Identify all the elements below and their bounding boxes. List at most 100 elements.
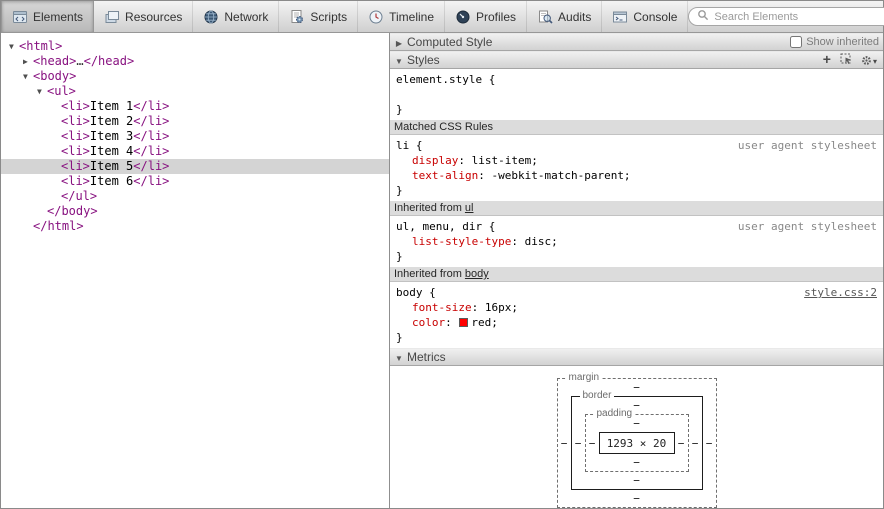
- dom-tree-row[interactable]: <li>Item 5</li>: [1, 159, 389, 174]
- padding-left-value[interactable]: −: [586, 432, 599, 454]
- computed-style-pane-header[interactable]: Computed Style Show inherited: [390, 33, 883, 51]
- metrics-padding-box[interactable]: padding − − 1293 × 20 − −: [584, 408, 689, 472]
- stylesheet-link[interactable]: style.css:2: [804, 285, 877, 300]
- tab-timeline[interactable]: Timeline: [358, 1, 445, 32]
- inherited-node-link[interactable]: body: [465, 268, 489, 280]
- css-property[interactable]: text-align: -webkit-match-parent;: [396, 168, 877, 183]
- search-input[interactable]: [714, 10, 884, 23]
- rule-selector[interactable]: body {: [396, 285, 436, 300]
- dom-tree-row[interactable]: </html>: [1, 219, 389, 234]
- tab-console[interactable]: Console: [602, 1, 689, 32]
- padding-label: padding: [593, 408, 636, 419]
- dom-tree-row[interactable]: <li>Item 2</li>: [1, 114, 389, 129]
- dom-tag: </ul>: [61, 189, 98, 203]
- collapsed-arrow-icon[interactable]: [394, 35, 404, 49]
- dom-tree-row[interactable]: <li>Item 4</li>: [1, 144, 389, 159]
- border-right-value[interactable]: −: [689, 414, 702, 472]
- dom-tree-row[interactable]: </body>: [1, 204, 389, 219]
- dom-tag: <li>: [61, 174, 90, 188]
- tab-resources[interactable]: Resources: [94, 1, 194, 32]
- color-swatch-icon[interactable]: [459, 318, 469, 327]
- timeline-icon: [368, 9, 384, 25]
- dom-tag: <head>: [33, 54, 77, 68]
- metrics-border-box[interactable]: border − − padding − − 1293 × 20 − − − −: [570, 390, 703, 490]
- metrics-margin-box[interactable]: margin − − border − − padding − − 1293 ×…: [556, 372, 717, 508]
- css-property[interactable]: display: list-item;: [396, 153, 877, 168]
- rule-close-brace: }: [396, 331, 403, 344]
- tab-label: Profiles: [476, 9, 517, 24]
- padding-bottom-value[interactable]: −: [586, 454, 688, 471]
- css-property[interactable]: list-style-type: disc;: [396, 234, 877, 249]
- profiles-icon: [455, 9, 471, 25]
- padding-right-value[interactable]: −: [675, 432, 688, 454]
- dom-tag: </li>: [133, 114, 170, 128]
- expanded-arrow-icon[interactable]: ▼: [37, 84, 47, 99]
- dom-tag: <ul>: [47, 84, 76, 98]
- rules-section-header: Inherited from ul: [390, 201, 883, 216]
- show-inherited-checkbox[interactable]: [790, 36, 803, 48]
- rule-selector[interactable]: element.style {: [396, 72, 495, 87]
- dom-tag: <body>: [33, 69, 77, 83]
- expanded-arrow-icon[interactable]: ▼: [9, 39, 19, 54]
- rule-selector[interactable]: ul, menu, dir {: [396, 219, 495, 234]
- show-inherited-toggle[interactable]: Show inherited: [790, 36, 879, 48]
- css-property[interactable]: color: red;: [396, 315, 877, 330]
- inherited-node-link[interactable]: ul: [465, 202, 474, 214]
- tab-elements[interactable]: Elements: [1, 1, 95, 32]
- dom-tree-row[interactable]: ▼ <body>: [1, 69, 389, 84]
- dom-tree-row[interactable]: ▼ <html>: [1, 39, 389, 54]
- border-bottom-value[interactable]: −: [572, 472, 702, 489]
- expanded-arrow-icon[interactable]: [394, 53, 404, 67]
- rule-close-brace: }: [396, 103, 403, 116]
- metrics-pane-header[interactable]: Metrics: [390, 348, 883, 366]
- metrics-pane: margin − − border − − padding − − 1293 ×…: [390, 366, 883, 508]
- css-rule: li {user agent stylesheet display: list-i…: [390, 135, 883, 201]
- css-rule: body { style.css:2 font-size: 16px; color: …: [390, 282, 883, 348]
- collapsed-arrow-icon[interactable]: ▶: [23, 54, 33, 69]
- dom-tag: <li>: [61, 129, 90, 143]
- dom-tree-row[interactable]: ▼ <ul>: [1, 84, 389, 99]
- search-box[interactable]: [688, 7, 884, 26]
- computed-style-title: Computed Style: [407, 35, 493, 49]
- margin-left-value[interactable]: −: [558, 396, 571, 490]
- dom-tag: <li>: [61, 159, 90, 173]
- styles-pane-header[interactable]: Styles: [390, 51, 883, 69]
- element-state-button[interactable]: [840, 53, 852, 68]
- border-left-value[interactable]: −: [572, 414, 585, 472]
- dom-tree-row[interactable]: <li>Item 6</li>: [1, 174, 389, 189]
- tab-scripts[interactable]: Scripts: [279, 1, 359, 32]
- dom-text: Item 1: [89, 99, 134, 113]
- margin-bottom-value[interactable]: −: [558, 490, 716, 507]
- console-icon: [612, 9, 628, 25]
- margin-label: margin: [565, 372, 603, 383]
- rule-close-brace: }: [396, 184, 403, 197]
- margin-right-value[interactable]: −: [703, 396, 716, 490]
- dom-tag: <html>: [19, 39, 63, 53]
- expanded-arrow-icon[interactable]: [394, 350, 404, 364]
- css-property[interactable]: font-size: 16px;: [396, 300, 877, 315]
- dom-tree-row[interactable]: </ul>: [1, 189, 389, 204]
- chevron-down-icon: [873, 53, 877, 67]
- audits-icon: [537, 9, 553, 25]
- dom-tag: </li>: [133, 144, 170, 158]
- metrics-content-box[interactable]: 1293 × 20: [598, 432, 675, 454]
- metrics-title: Metrics: [407, 350, 446, 364]
- dom-tree-row[interactable]: <li>Item 1</li>: [1, 99, 389, 114]
- tab-label: Scripts: [310, 9, 348, 24]
- empty-declaration-area[interactable]: [396, 87, 877, 102]
- dom-tag: <li>: [61, 99, 90, 113]
- dom-tag: <li>: [61, 114, 90, 128]
- dom-tree-row[interactable]: ▶ <head>…</head>: [1, 54, 389, 69]
- tab-label: Network: [224, 9, 269, 24]
- show-inherited-label: Show inherited: [806, 36, 879, 48]
- tab-audits[interactable]: Audits: [527, 1, 603, 32]
- rule-selector[interactable]: li {: [396, 138, 423, 153]
- new-style-rule-button[interactable]: [823, 53, 831, 67]
- expanded-arrow-icon[interactable]: ▼: [23, 69, 33, 84]
- rules-section-header: Inherited from body: [390, 267, 883, 282]
- tab-profiles[interactable]: Profiles: [445, 1, 528, 32]
- tab-network[interactable]: Network: [193, 1, 280, 32]
- gear-icon[interactable]: [861, 53, 877, 67]
- dom-tree-row[interactable]: <li>Item 3</li>: [1, 129, 389, 144]
- tab-label: Audits: [558, 9, 592, 24]
